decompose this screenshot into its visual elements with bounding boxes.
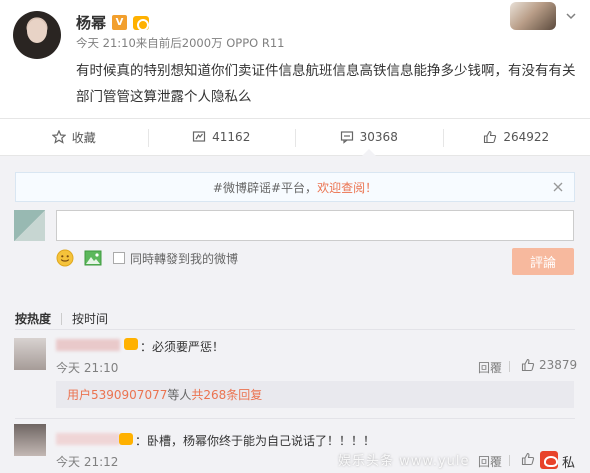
star-icon xyxy=(51,130,66,144)
favorite-button[interactable]: 收藏 xyxy=(0,119,148,155)
post-card: 杨幂 V 今天 21:10来自前后2000万 OPPO R11 有时候真的特别想… xyxy=(0,0,590,118)
comment-count: 30368 xyxy=(359,130,398,144)
message-icon[interactable] xyxy=(540,451,558,469)
action-divider xyxy=(509,361,510,372)
repost-icon xyxy=(193,131,206,142)
like-button[interactable]: 264922 xyxy=(442,119,590,155)
sub-replies-bar[interactable]: 用户5390907077 等人 共268条回复 xyxy=(56,381,574,408)
like-count: 264922 xyxy=(503,130,550,144)
repost-button[interactable]: 41162 xyxy=(147,119,296,155)
reply-button[interactable]: 回覆 xyxy=(478,359,502,376)
author-line: 杨幂 V xyxy=(76,12,150,33)
author-name[interactable]: 杨幂 xyxy=(76,12,106,33)
comment-username-blurred[interactable] xyxy=(56,433,120,445)
sort-bar: 按热度 按时间 xyxy=(15,310,108,327)
comment-avatar[interactable] xyxy=(14,424,46,456)
reply-button[interactable]: 回覆 xyxy=(478,453,502,470)
repost-checkbox-label: 同時轉發到我的微博 xyxy=(130,252,239,266)
rumor-notice: #微博辟谣# 平台， 欢迎查阅！ xyxy=(15,172,575,202)
action-bar: 收藏 41162 30368 264922 xyxy=(0,118,590,156)
emoji-icon[interactable] xyxy=(56,249,74,267)
notice-tag[interactable]: #微博辟谣# xyxy=(213,179,281,196)
notice-link[interactable]: 欢迎查阅！ xyxy=(317,179,377,196)
chevron-down-icon[interactable] xyxy=(565,10,577,22)
thumbs-up-icon xyxy=(521,452,535,466)
favorite-label: 收藏 xyxy=(71,130,96,145)
sub-reply-user[interactable]: 用户5390907077 xyxy=(67,386,167,403)
sort-divider xyxy=(15,329,575,330)
vip-icon xyxy=(124,338,138,350)
comment-avatar[interactable] xyxy=(14,338,46,370)
comment-like-count: 23879 xyxy=(539,358,578,372)
comment-username-blurred[interactable] xyxy=(56,339,120,351)
sort-by-hot[interactable]: 按热度 xyxy=(15,310,51,327)
thumbs-up-icon xyxy=(521,358,535,372)
sort-by-time[interactable]: 按时间 xyxy=(72,310,108,327)
comment-section: #微博辟谣# 平台， 欢迎查阅！ 同時轉發到我的微博 評論 按热度 按时间 ：必… xyxy=(0,156,590,473)
thumbs-up-icon xyxy=(484,130,497,144)
comment-like-button[interactable]: 23879 xyxy=(521,358,577,372)
comment-text: ：必须要严惩！ xyxy=(140,340,225,354)
comment-time: 今天 21:10 xyxy=(56,361,119,375)
vip-icon xyxy=(133,15,150,31)
verified-badge: V xyxy=(112,15,128,30)
repost-checkbox[interactable] xyxy=(113,252,125,264)
submit-comment-button[interactable]: 評論 xyxy=(512,248,574,275)
repost-count: 41162 xyxy=(212,130,251,144)
sub-reply-middle: 等人 xyxy=(167,388,192,402)
post-meta: 今天 21:10来自前后2000万 OPPO R11 xyxy=(76,36,285,50)
header-photo xyxy=(510,2,556,30)
author-avatar[interactable] xyxy=(13,11,61,59)
sort-separator xyxy=(61,312,63,325)
watermark-text: 娱乐头条 www.yule xyxy=(338,454,470,469)
comment-divider xyxy=(15,418,575,419)
comment-icon xyxy=(340,131,353,144)
weibo-post-page: 杨幂 V 今天 21:10来自前后2000万 OPPO R11 有时候真的特别想… xyxy=(0,0,590,473)
action-divider xyxy=(509,455,510,466)
comment-input[interactable] xyxy=(56,210,574,241)
post-text: 有时候真的特别想知道你们卖证件信息航班信息高铁信息能挣多少钱啊，有没有有关部门管… xyxy=(76,63,576,105)
sub-reply-count-link[interactable]: 共268条回复 xyxy=(191,386,262,403)
vip-icon xyxy=(119,433,133,445)
close-icon[interactable] xyxy=(552,181,564,193)
image-icon[interactable] xyxy=(84,250,102,266)
comment-like-button[interactable] xyxy=(521,452,539,466)
notice-middle: 平台， xyxy=(281,180,318,195)
comment-button[interactable]: 30368 xyxy=(295,119,443,156)
my-avatar[interactable] xyxy=(14,210,45,241)
comment-text: ：卧槽，杨幂你终于能为自己说话了！！！！ xyxy=(135,434,376,448)
private-message-label[interactable]: 私 xyxy=(562,452,575,471)
comment-time: 今天 21:12 xyxy=(56,455,119,469)
